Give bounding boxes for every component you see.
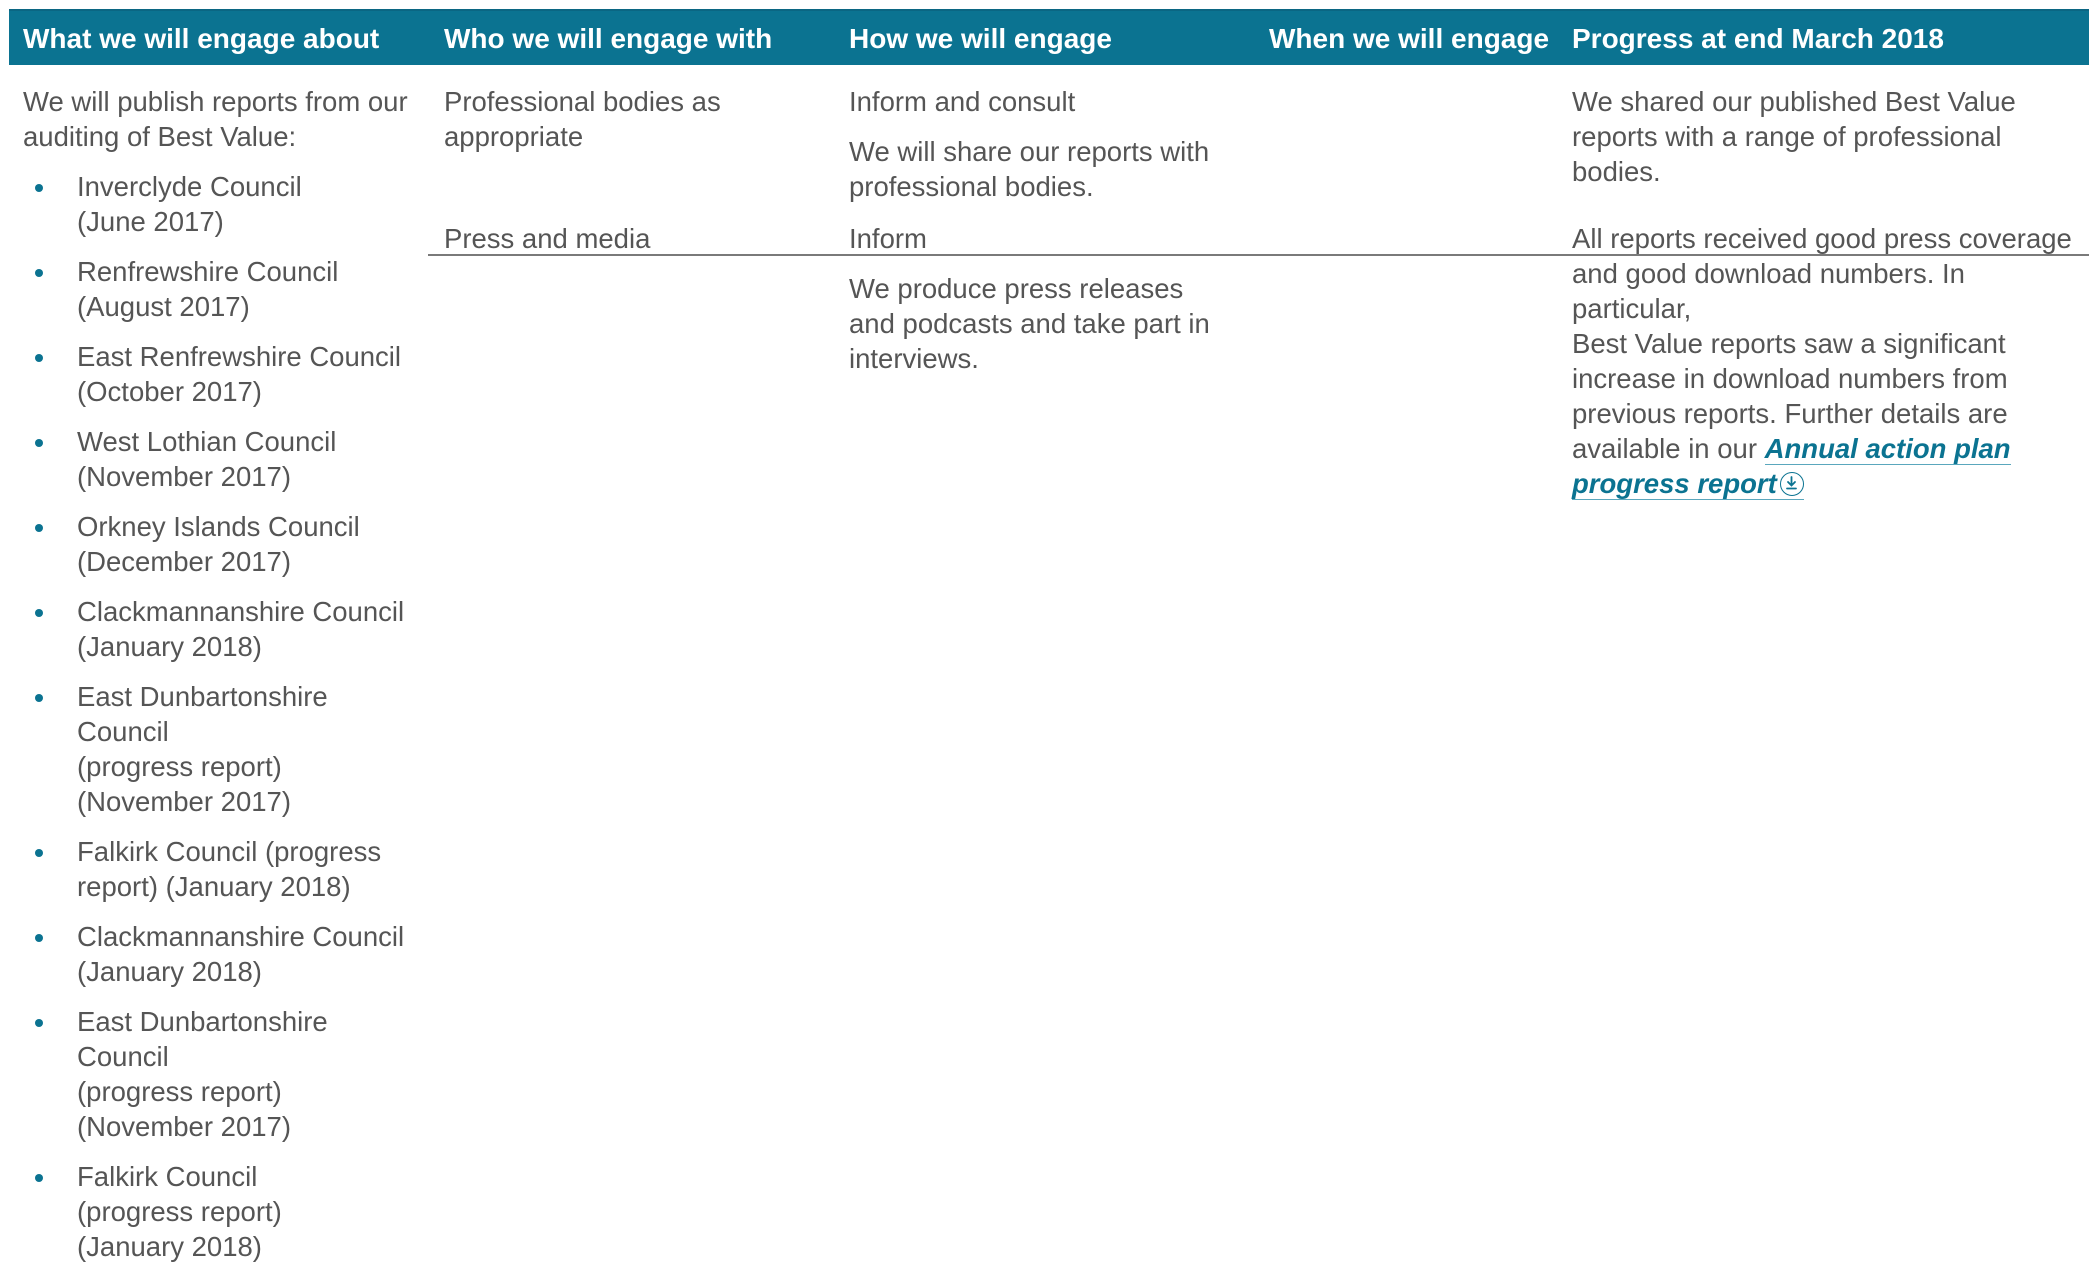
header-when: When we will engage [1269,23,1550,54]
row1-progress-cell: We shared our published Best Value repor… [1572,86,2016,187]
list-item: East Dunbartonshire Council (progress re… [23,679,423,819]
bullet-icon [35,1174,43,1182]
bullet-icon [35,934,43,942]
engagement-table: What we will engage about Who we will en… [9,9,2089,1262]
header-progress: Progress at end March 2018 [1572,23,1944,54]
row1-who-cell: Professional bodies as appropriate [444,86,721,152]
list-item: West Lothian Council (November 2017) [23,424,423,494]
bullet-icon [35,1019,43,1027]
row1-how-cell: Inform and consult We will share our rep… [849,84,1249,204]
bullet-icon [35,609,43,617]
table-header: What we will engage about Who we will en… [9,9,2089,65]
list-item: East Dunbartonshire Council (progress re… [23,1004,423,1144]
list-item: East Renfrewshire Council (October 2017) [23,339,423,409]
list-item: Inverclyde Council (June 2017) [23,169,423,239]
row2-who-cell: Press and media [444,223,651,254]
what-cell: We will publish reports from our auditin… [23,84,423,1279]
list-item: Orkney Islands Council (December 2017) [23,509,423,579]
bullet-icon [35,524,43,532]
bullet-icon [35,694,43,702]
bullet-icon [35,439,43,447]
bullet-icon [35,849,43,857]
what-intro: We will publish reports from our auditin… [23,86,408,152]
progress-report-link[interactable]: progress report [1572,468,1804,500]
annual-action-plan-link[interactable]: Annual action plan [1764,433,2011,465]
header-who: Who we will engage with [444,23,773,54]
list-item: Clackmannanshire Council (January 2018) [23,919,423,989]
row2-how-title: Inform [849,223,927,254]
list-item: Clackmannanshire Council (January 2018) [23,594,423,664]
list-item: Renfrewshire Council (August 2017) [23,254,423,324]
list-item: Falkirk Council (progress report) (Janua… [23,834,423,904]
header-what: What we will engage about [23,23,380,54]
row1-how-title: Inform and consult [849,86,1076,117]
download-icon [1779,472,1804,496]
list-item: Falkirk Council (progress report) (Janua… [23,1159,423,1264]
row2-progress-cell: All reports received good press coverage… [1572,223,2072,500]
bullet-icon [35,184,43,192]
row2-how-cell: Inform We produce press releases and pod… [849,221,1249,376]
header-how: How we will engage [849,23,1112,54]
bullet-icon [35,269,43,277]
bullet-icon [35,354,43,362]
council-list: Inverclyde Council (June 2017) Renfrewsh… [23,169,423,1264]
